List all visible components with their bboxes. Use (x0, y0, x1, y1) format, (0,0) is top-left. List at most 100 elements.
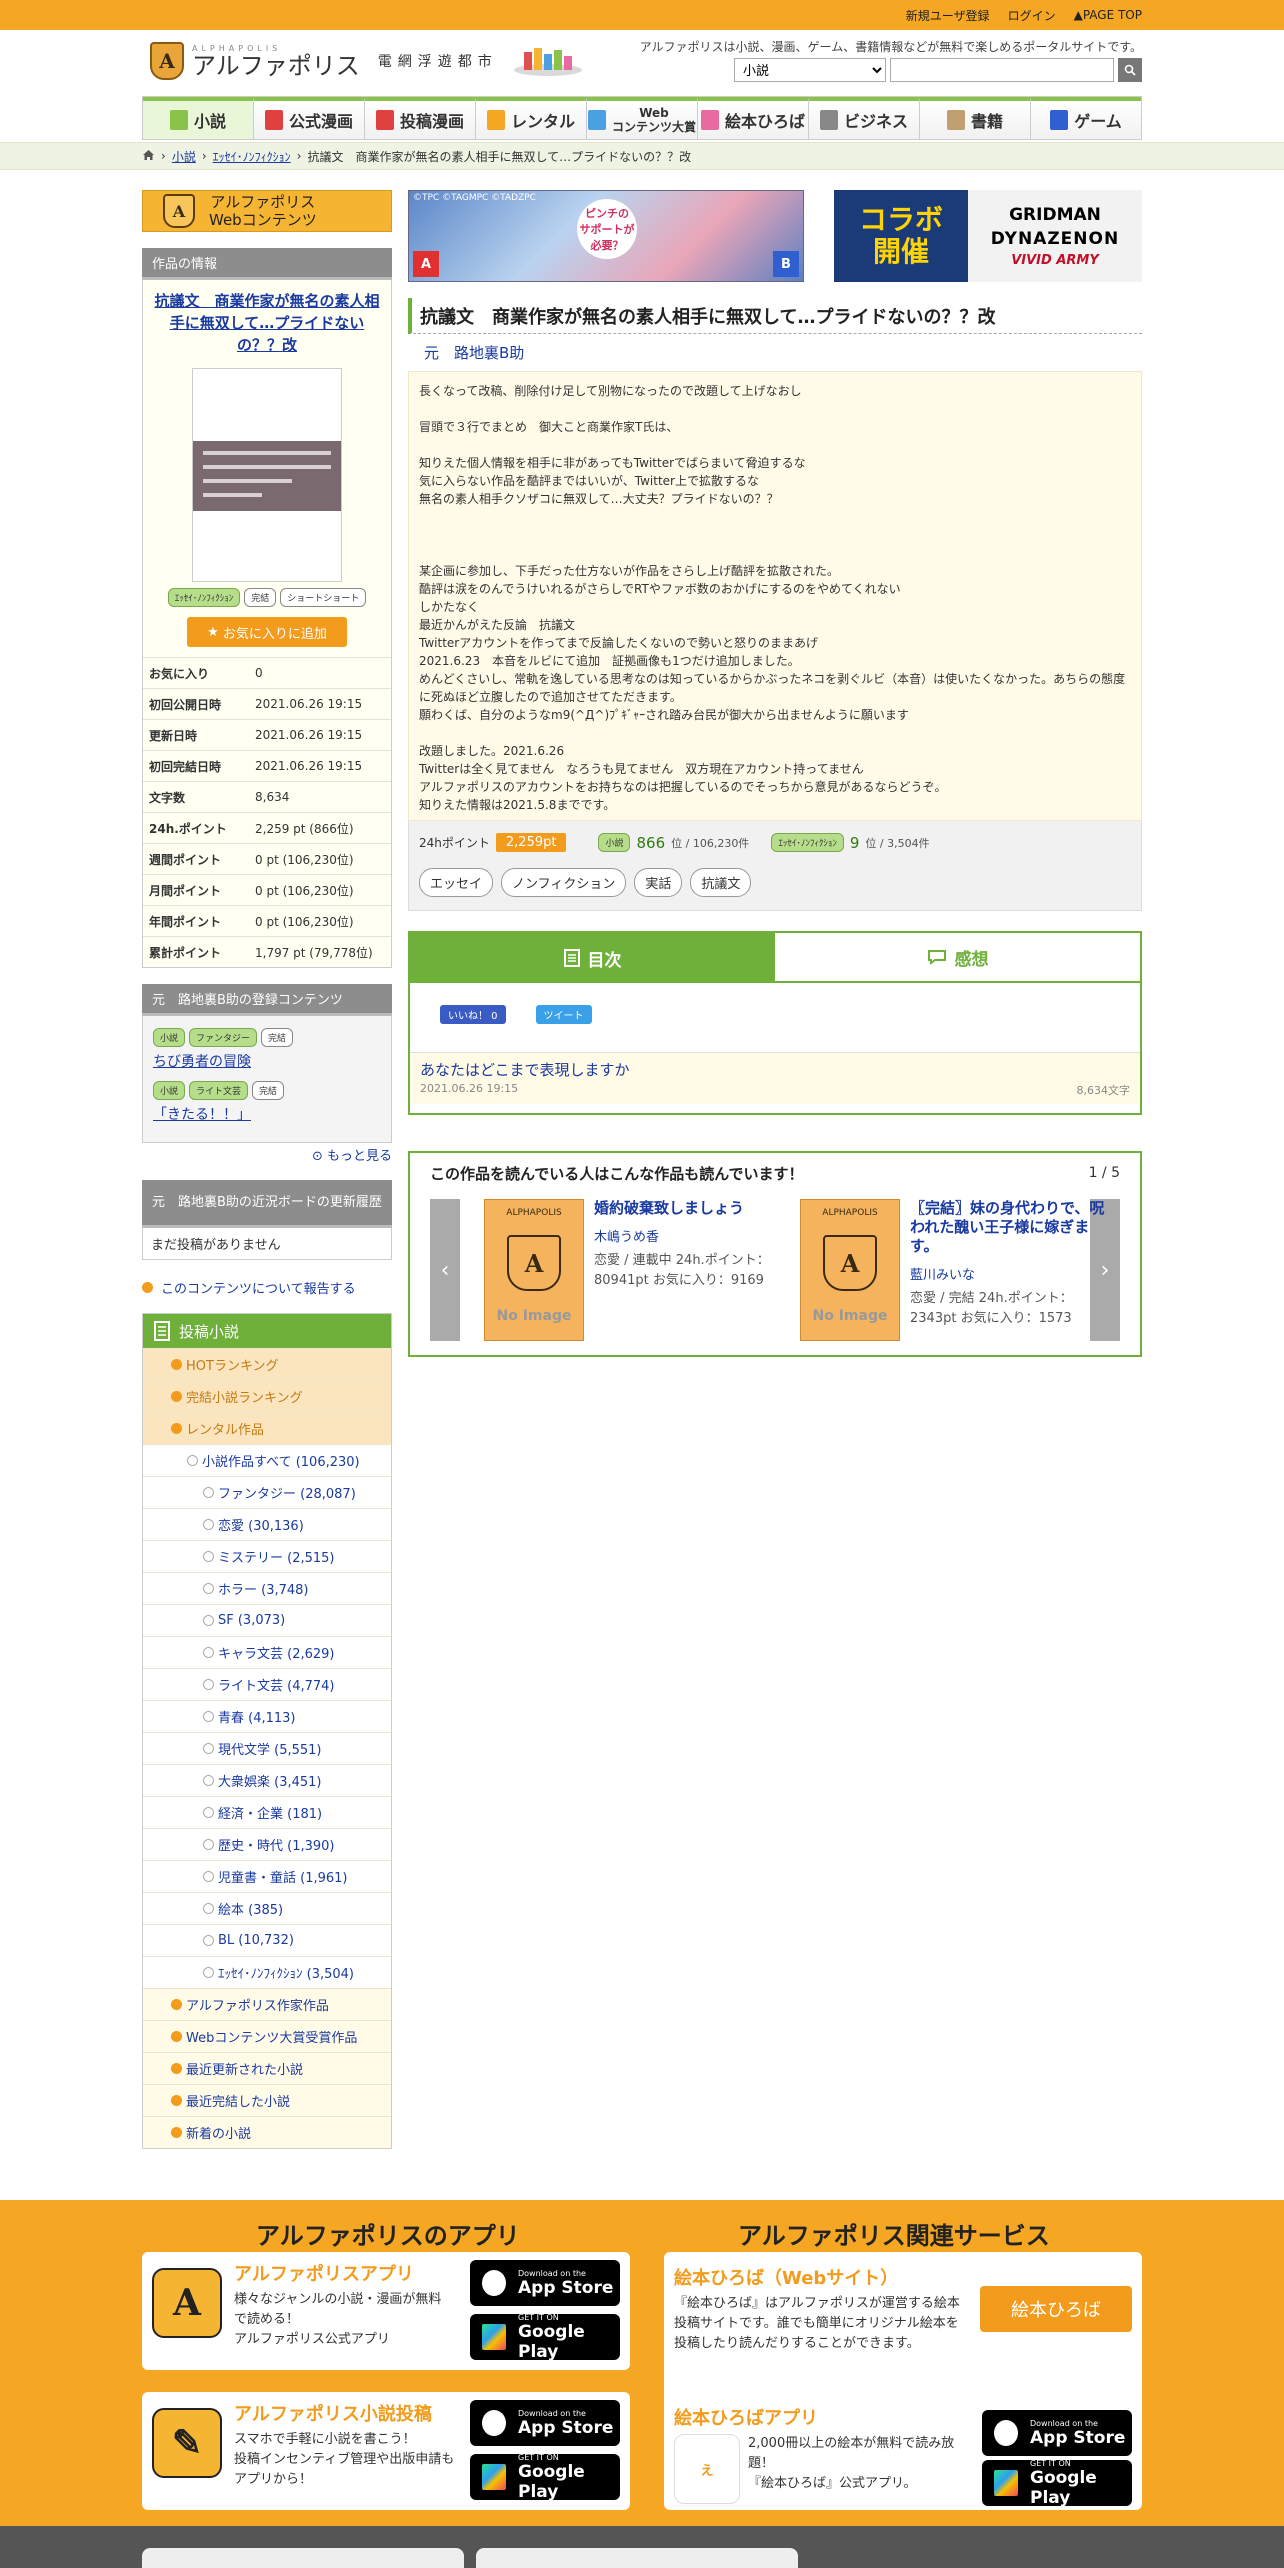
nav-item-0[interactable]: 小説 (143, 97, 254, 139)
reco-card[interactable]: ALPHAPOLISANo Image 婚約破棄致しましょう 木嶋うめ香 恋愛 … (484, 1199, 804, 1341)
star-icon: ★ (207, 625, 223, 640)
menu-item[interactable]: キャラ文芸 (2,629) (143, 1636, 391, 1668)
menu-item[interactable]: Webコンテンツ大賞受賞作品 (143, 2020, 391, 2052)
menu-item[interactable]: 大衆娯楽 (3,451) (143, 1764, 391, 1796)
keyword-tag[interactable]: 実話 (634, 868, 682, 897)
breadcrumb-novel[interactable]: 小説 (172, 148, 196, 165)
menu-item[interactable]: 小説作品すべて (106,230) (143, 1444, 391, 1476)
nav-item-4[interactable]: Web コンテンツ大賞 (587, 97, 698, 139)
nav-item-1[interactable]: 公式漫画 (254, 97, 365, 139)
apple-icon (482, 2410, 506, 2436)
alphapolis-app-icon[interactable]: A (152, 2268, 222, 2338)
home-icon[interactable] (142, 149, 155, 164)
circle-arrow-icon (203, 1615, 214, 1626)
menu-item[interactable]: 最近更新された小説 (143, 2052, 391, 2084)
reco-prev-button[interactable]: ‹ (430, 1199, 460, 1341)
keyword-tag[interactable]: エッセイ (419, 868, 493, 897)
login-link[interactable]: ログイン (1008, 7, 1056, 24)
novel-menu: 投稿小説 HOTランキング完結小説ランキングレンタル作品小説作品すべて (106… (142, 1313, 392, 2149)
site-logo[interactable]: A ALPHAPOLIS アルファポリス 電網浮遊都市 (150, 42, 586, 80)
google-play-badge[interactable]: GET IT ONGoogle Play (982, 2460, 1132, 2506)
tab-toc[interactable]: 目次 (410, 933, 775, 983)
menu-item[interactable]: 完結小説ランキング (143, 1380, 391, 1412)
tab-review[interactable]: 感想 (775, 933, 1140, 983)
episode-title[interactable]: あなたはどこまで表現しますか (420, 1059, 1130, 1080)
menu-item[interactable]: ファンタジー (28,087) (143, 1476, 391, 1508)
ehon-button[interactable]: 絵本ひろば (980, 2286, 1132, 2332)
ehon-app-icon[interactable]: え (674, 2434, 740, 2504)
google-play-badge[interactable]: GET IT ONGoogle Play (470, 2454, 620, 2500)
registered-work-link[interactable]: 「きたる！！」 (153, 1107, 251, 1123)
nav-item-6[interactable]: ビジネス (809, 97, 920, 139)
tweet-button[interactable]: ツイート (536, 1005, 592, 1024)
reco-title[interactable]: 婚約破棄致しましょう (594, 1199, 794, 1218)
search-input[interactable] (890, 58, 1114, 82)
webcontents-banner[interactable]: A アルファポリスWebコンテンツ (142, 190, 392, 232)
app-store-badge[interactable]: Download on theApp Store (470, 2400, 620, 2446)
ad-banner-game[interactable]: ©TPC ©TAGMPC ©TADZPC ピンチの サポートが 必要？ A B (408, 190, 804, 282)
no-image-cover: ALPHAPOLISANo Image (800, 1199, 900, 1341)
alphapolis-writer-app-icon[interactable]: ✎ (152, 2408, 222, 2478)
keyword-tag[interactable]: 抗議文 (690, 868, 751, 897)
menu-item[interactable]: 経済・企業 (181) (143, 1796, 391, 1828)
stat-row: 初回公開日時2021.06.26 19:15 (143, 688, 391, 719)
bottom-tab[interactable] (476, 2548, 798, 2568)
menu-item[interactable]: 最近完結した小説 (143, 2084, 391, 2116)
menu-item[interactable]: 恋愛 (30,136) (143, 1508, 391, 1540)
like-button[interactable]: いいね！ 0 (440, 1005, 506, 1024)
ehonapp-title[interactable]: 絵本ひろばアプリ (674, 2404, 970, 2430)
search-button[interactable] (1118, 58, 1142, 82)
app2-title[interactable]: アルファポリス小説投稿 (234, 2400, 458, 2426)
bottom-tab[interactable] (142, 2548, 464, 2568)
search-category-select[interactable]: 小説 (734, 58, 886, 82)
registered-work-link[interactable]: ちび勇者の冒険 (153, 1054, 251, 1070)
page-top-link[interactable]: ▲PAGE TOP (1074, 8, 1142, 22)
work-info-title[interactable]: 抗議文 商業作家が無名の素人相手に無双して…プライドないの？？改 (143, 280, 391, 362)
app-store-badge[interactable]: Download on theApp Store (470, 2260, 620, 2306)
menu-item[interactable]: ｴｯｾｲ･ﾉﾝﾌｨｸｼｮﾝ (3,504) (143, 1956, 391, 1988)
breadcrumb-genre[interactable]: ｴｯｾｲ･ﾉﾝﾌｨｸｼｮﾝ (213, 148, 291, 165)
app-store-badge[interactable]: Download on theApp Store (982, 2410, 1132, 2456)
app1-title[interactable]: アルファポリスアプリ (234, 2260, 454, 2286)
menu-item[interactable]: ミステリー (2,515) (143, 1540, 391, 1572)
ehon-title[interactable]: 絵本ひろば（Webサイト） (674, 2264, 970, 2290)
menu-item[interactable]: 新着の小説 (143, 2116, 391, 2148)
reco-author[interactable]: 木嶋うめ香 (594, 1226, 794, 1245)
nav-item-5[interactable]: 絵本ひろば (698, 97, 809, 139)
menu-item[interactable]: アルファポリス作家作品 (143, 1988, 391, 2020)
menu-item[interactable]: ホラー (3,748) (143, 1572, 391, 1604)
author-link[interactable]: 元 路地裏B助 (408, 342, 1142, 363)
menu-item[interactable]: 歴史・時代 (1,390) (143, 1828, 391, 1860)
menu-item[interactable]: SF (3,073) (143, 1604, 391, 1636)
nav-item-2[interactable]: 投稿漫画 (365, 97, 476, 139)
menu-item[interactable]: 児童書・童話 (1,961) (143, 1860, 391, 1892)
keyword-tag[interactable]: ノンフィクション (501, 868, 626, 897)
page-title: 抗議文 商業作家が無名の素人相手に無双して…プライドないの？？改 (408, 298, 1142, 334)
report-link[interactable]: このコンテンツについて報告する (142, 1278, 392, 1297)
menu-item[interactable]: BL (10,732) (143, 1924, 391, 1956)
register-link[interactable]: 新規ユーザ登録 (906, 7, 990, 24)
menu-item[interactable]: 絵本 (385) (143, 1892, 391, 1924)
menu-item[interactable]: 青春 (4,113) (143, 1700, 391, 1732)
menu-item[interactable]: レンタル作品 (143, 1412, 391, 1444)
nav-item-3[interactable]: レンタル (476, 97, 587, 139)
app1-box: A アルファポリスアプリ 様々なジャンルの小説・漫画が無料で読める！ アルファポ… (142, 2252, 630, 2370)
nav-category-icon (820, 110, 838, 130)
reco-author[interactable]: 藍川みいな (910, 1264, 1110, 1283)
more-link[interactable]: ⊙ もっと見る (142, 1145, 392, 1164)
cover-image[interactable] (192, 368, 342, 582)
menu-item[interactable]: HOTランキング (143, 1348, 391, 1380)
add-favorite-button[interactable]: ★ お気に入りに追加 (187, 617, 347, 647)
reco-card[interactable]: ALPHAPOLISANo Image 〖完結〗妹の身代わりで、呪われた醜い王子… (800, 1199, 1120, 1341)
menu-item[interactable]: 現代文学 (5,551) (143, 1732, 391, 1764)
logo-sub-text: 電網浮遊都市 (378, 51, 498, 71)
ad-banner-collab[interactable]: コラボ 開催 GRIDMAN DYNAZENON VIVID ARMY (834, 190, 1142, 282)
google-play-badge[interactable]: GET IT ONGoogle Play (470, 2314, 620, 2360)
menu-item[interactable]: ライト文芸 (4,774) (143, 1668, 391, 1700)
nav-item-8[interactable]: ゲーム (1031, 97, 1141, 139)
episode-item[interactable]: あなたはどこまで表現しますか 2021.06.26 19:15 8,634文字 (410, 1052, 1140, 1104)
tag-genre[interactable]: ｴｯｾｲ･ﾉﾝﾌｨｸｼｮﾝ (168, 588, 241, 607)
reco-title[interactable]: 〖完結〗妹の身代わりで、呪われた醜い王子様に嫁ぎます。 (910, 1199, 1110, 1256)
google-play-icon (482, 2324, 506, 2350)
nav-item-7[interactable]: 書籍 (920, 97, 1031, 139)
